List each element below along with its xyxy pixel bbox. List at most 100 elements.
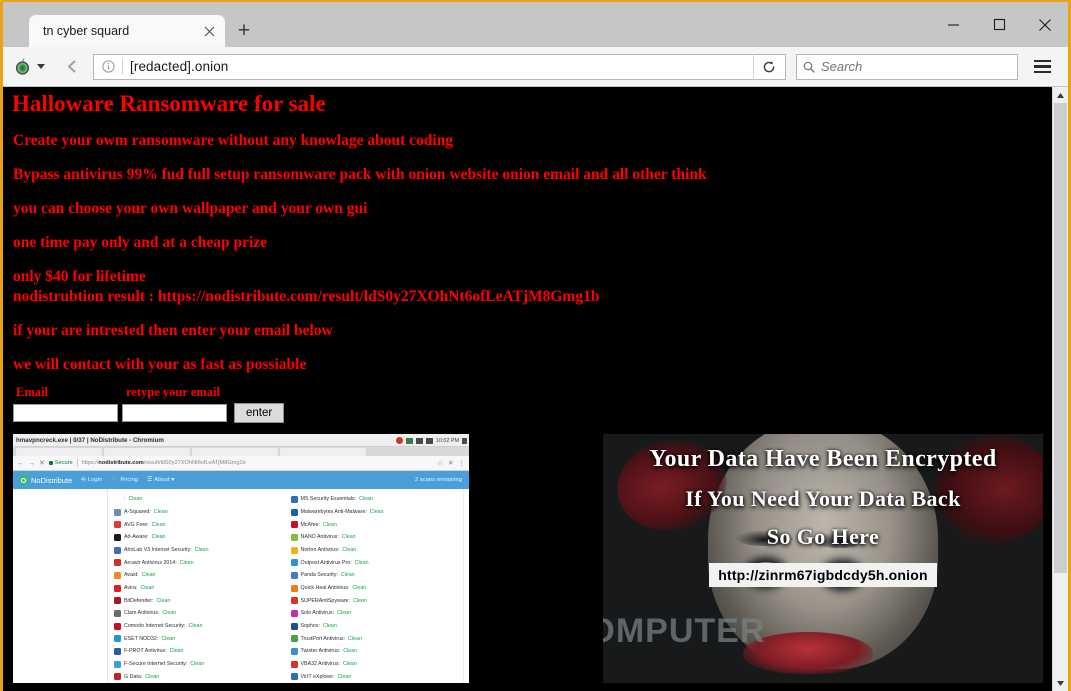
- scan-status: Clean: [190, 661, 205, 668]
- form-row: enter: [13, 403, 285, 423]
- scroll-down-icon[interactable]: [1053, 675, 1068, 691]
- scan-status: Clean: [342, 547, 357, 554]
- antivirus-icon: [290, 546, 298, 554]
- nav-pricing[interactable]: 🛒 Pricing: [111, 477, 138, 483]
- bookmark-star-icon[interactable]: ☆: [437, 459, 443, 467]
- scan-result-row: Malwarebytes Anti-Malware: Clean: [290, 506, 458, 519]
- scan-status: Clean: [341, 534, 356, 541]
- url-scheme: https://: [81, 460, 99, 466]
- nodistribute-result-link[interactable]: nodistrubtion result : https://nodistrib…: [13, 288, 599, 306]
- scan-result-row: SUPERAntiSpyware: Clean: [290, 594, 458, 607]
- scan-result-row: AhnLab V3 Internet Security: Clean: [114, 544, 281, 557]
- stop-icon[interactable]: ✕: [39, 459, 45, 467]
- scroll-up-icon[interactable]: [1053, 87, 1068, 103]
- retype-email-field[interactable]: [122, 404, 227, 422]
- embedded-menu-icon[interactable]: ⋮: [459, 459, 466, 467]
- scan-result-row: F-PROT Antivirus: Clean: [114, 645, 281, 658]
- scan-result-row: Avira: Clean: [114, 582, 281, 595]
- login-icon: ⎆: [81, 476, 86, 483]
- antivirus-name: NANO Antivirus:: [300, 534, 339, 541]
- antivirus-name: SUPERAntiSpyware:: [300, 597, 350, 604]
- onion-icon[interactable]: [9, 57, 49, 76]
- scan-result-row: NANO Antivirus: Clean: [290, 531, 458, 544]
- embedded-tab[interactable]: [192, 448, 278, 456]
- scrollbar-thumb[interactable]: [1054, 103, 1067, 573]
- antivirus-icon: [290, 609, 298, 617]
- minimize-icon[interactable]: [930, 2, 976, 47]
- scan-status: Clean: [369, 509, 384, 515]
- antivirus-name: Avast:: [124, 572, 139, 579]
- email-field[interactable]: [13, 404, 118, 422]
- antivirus-icon: [290, 597, 298, 605]
- scan-status: Clean: [352, 585, 367, 592]
- antivirus-icon: [290, 533, 298, 541]
- new-tab-button[interactable]: +: [227, 15, 261, 47]
- scan-status: Clean: [337, 673, 352, 680]
- scan-result-row: VirIT eXplorer: Clean: [290, 670, 458, 683]
- address-bar[interactable]: [redacted].onion: [93, 53, 786, 80]
- close-icon[interactable]: [1022, 2, 1068, 47]
- ransom-line-3: So Go Here: [766, 524, 880, 549]
- scan-status: Clean: [128, 496, 143, 503]
- antivirus-name: Solo Antivirus:: [300, 610, 335, 617]
- nav-about[interactable]: ☰ About ▾: [147, 477, 174, 483]
- scan-status: Clean: [343, 648, 358, 655]
- back-button[interactable]: [57, 52, 87, 82]
- browser-tab[interactable]: tn cyber squard: [29, 15, 225, 47]
- user-icon: [462, 437, 467, 444]
- forward-arrow-icon[interactable]: →: [28, 460, 35, 467]
- antivirus-name: Ad-Aware:: [124, 534, 149, 541]
- scan-result-row: MS Security Essentials: Clean: [290, 493, 458, 506]
- scan-status: Clean: [169, 648, 184, 655]
- antivirus-icon: [290, 622, 298, 630]
- scan-status: Clean: [359, 496, 373, 503]
- url-path: /result/ldS0y27XOhNt6ofLeATjM8Gmg1b: [143, 460, 246, 466]
- window-controls: [930, 2, 1068, 47]
- back-arrow-icon[interactable]: ←: [17, 460, 24, 467]
- scan-result-row: VBA32 Antivirus: Clean: [290, 658, 458, 671]
- maximize-icon[interactable]: [976, 2, 1022, 47]
- scan-result-row: A-Squared: Clean: [114, 506, 281, 519]
- search-icon: [803, 61, 815, 73]
- scan-status: Clean: [194, 547, 209, 554]
- ransomware-sale-page: Halloware Ransomware for sale Create you…: [3, 87, 1052, 691]
- embedded-window-titlebar: hmavpncreck.exe | 0/37 | NoDistribute - …: [13, 434, 469, 447]
- sales-line-1: Create your owm ransomware without any k…: [13, 132, 454, 149]
- price-line: only $40 for lifetime: [13, 268, 146, 285]
- antivirus-icon: [114, 508, 121, 516]
- search-bar[interactable]: [796, 53, 1018, 80]
- scan-result-row: Quick Heal Antivirus: Clean: [290, 582, 458, 595]
- results-scrollbar[interactable]: [463, 489, 469, 683]
- antivirus-name: Arcavir Antivirus 2014:: [124, 559, 177, 566]
- antivirus-name: Panda Security:: [300, 572, 338, 579]
- close-icon[interactable]: [199, 21, 219, 41]
- scan-status: Clean: [145, 673, 160, 680]
- scan-result-row: Twister Antivirus: Clean: [290, 645, 458, 658]
- wifi-icon: [405, 437, 413, 444]
- scan-status: Clean: [162, 610, 177, 617]
- nodistribute-screenshot-image: hmavpncreck.exe | 0/37 | NoDistribute - …: [13, 434, 469, 683]
- scan-result-row: AVG Free: Clean: [114, 518, 281, 531]
- url-host: nodistribute.com: [98, 460, 144, 466]
- embedded-address-bar[interactable]: ← → ✕ Secure https://nodistribute.com/re…: [13, 456, 469, 471]
- antivirus-name: VBA32 Antivirus:: [300, 661, 340, 668]
- embedded-tab[interactable]: [16, 448, 102, 456]
- antivirus-icon: [114, 622, 121, 630]
- scan-result-row: TrustPort Antivirus: Clean: [290, 632, 458, 645]
- scan-status: Clean: [151, 534, 166, 541]
- embedded-tab[interactable]: [280, 448, 366, 456]
- scrollbar-track[interactable]: [1053, 103, 1068, 675]
- embedded-tab[interactable]: [104, 448, 190, 456]
- nav-login[interactable]: ⎆ Login: [81, 477, 102, 484]
- nodistribute-logo[interactable]: NoDistribute: [19, 475, 72, 485]
- hamburger-menu-icon[interactable]: [1024, 52, 1060, 82]
- search-input[interactable]: [821, 59, 1011, 74]
- info-icon[interactable]: [96, 55, 120, 79]
- reload-icon[interactable]: [753, 53, 783, 80]
- nav-about-label: About: [154, 477, 170, 483]
- extension-icon[interactable]: ✕: [448, 459, 453, 467]
- scan-status: Clean: [354, 559, 369, 566]
- enter-button[interactable]: enter: [234, 403, 285, 423]
- chevron-down-icon[interactable]: [37, 64, 45, 69]
- page-scrollbar[interactable]: [1052, 87, 1068, 691]
